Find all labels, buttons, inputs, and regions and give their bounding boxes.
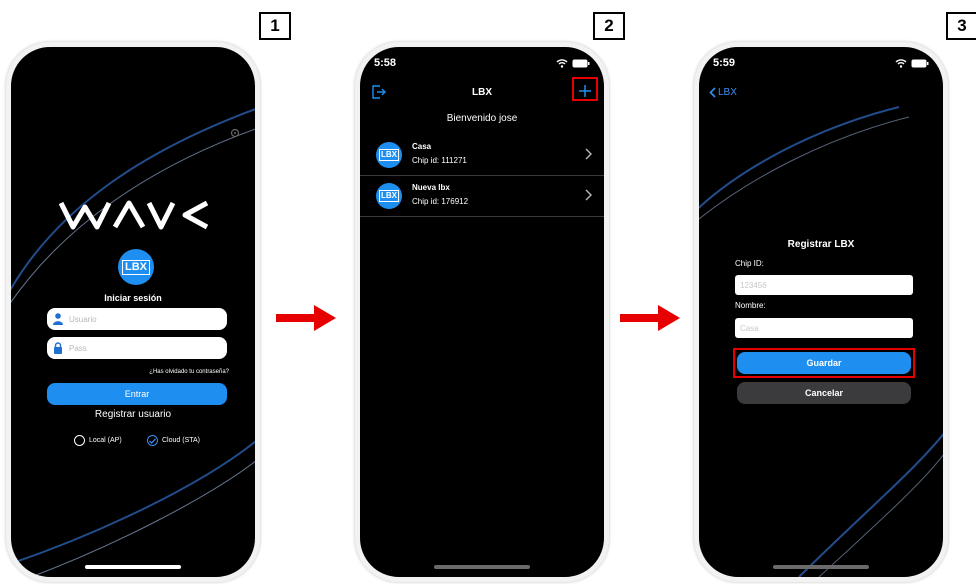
radio-off-icon: [74, 435, 85, 446]
lbx-device-icon: LBX: [376, 183, 402, 209]
wifi-icon: [895, 59, 907, 68]
step-badge-3: 3: [946, 12, 976, 40]
name-field[interactable]: [735, 318, 913, 338]
welcome-message: Bienvenido jose: [446, 113, 518, 124]
device-name: Casa: [412, 142, 432, 151]
status-bar: 5:58: [374, 57, 590, 73]
lbx-device-icon: LBX: [376, 142, 402, 168]
chip-id-field[interactable]: [735, 275, 913, 295]
chip-id-label: Chip ID:: [735, 259, 764, 268]
list-item[interactable]: LBX Nueva lbx Chip id: 176912: [360, 176, 604, 217]
device-chip-id: Chip id: 176912: [412, 197, 469, 206]
name-label: Nombre:: [735, 301, 766, 310]
mode-local-radio[interactable]: Local (AP): [74, 435, 122, 446]
register-user-link[interactable]: Registrar usuario: [11, 409, 255, 420]
password-field[interactable]: [47, 337, 227, 359]
chevron-right-icon: [585, 148, 592, 160]
chevron-left-icon: [709, 87, 716, 98]
phone-login-screen: LBX Iniciar sesión ¿Has olvidado tu cont…: [6, 42, 260, 582]
right-arrow-icon: [276, 305, 336, 331]
lbx-app-icon: LBX: [118, 249, 154, 285]
nav-title: LBX: [472, 87, 492, 98]
battery-icon: [911, 59, 929, 68]
status-time: 5:59: [713, 57, 736, 69]
right-arrow-icon: [620, 305, 680, 331]
device-chip-id: Chip id: 111271: [412, 156, 467, 165]
username-field[interactable]: [47, 308, 227, 330]
login-button[interactable]: Entrar: [47, 383, 227, 405]
lock-icon: [54, 342, 62, 354]
device-name: Nueva lbx: [412, 183, 450, 192]
home-indicator: [773, 565, 869, 569]
home-indicator: [434, 565, 530, 569]
chevron-right-icon: [585, 189, 592, 201]
status-bar: 5:59: [713, 57, 929, 73]
highlight-add-button: [572, 77, 598, 101]
home-indicator: [85, 565, 181, 569]
login-heading: Iniciar sesión: [104, 293, 162, 303]
list-item[interactable]: LBX Casa Chip id: 111271: [360, 135, 604, 176]
highlight-save-button: [733, 348, 915, 378]
form-title: Registrar LBX: [787, 239, 855, 250]
chip-id-input[interactable]: [740, 278, 905, 292]
password-input[interactable]: [69, 340, 219, 356]
back-button[interactable]: LBX: [709, 87, 737, 98]
wave-logo: [59, 200, 209, 230]
forgot-password-link[interactable]: ¿Has olvidado tu contraseña?: [149, 369, 229, 375]
cancel-button[interactable]: Cancelar: [737, 382, 911, 404]
user-icon: [53, 313, 63, 325]
radio-on-icon: [147, 435, 158, 446]
background-swoosh: [699, 106, 943, 577]
mode-cloud-radio[interactable]: Cloud (STA): [147, 435, 200, 446]
step-badge-2: 2: [593, 12, 625, 40]
status-time: 5:58: [374, 57, 397, 69]
phone-device-list-screen: 5:58 LBX Bienvenido jose LBX Casa Chip i…: [355, 42, 609, 582]
username-input[interactable]: [69, 311, 219, 327]
wifi-icon: [556, 59, 568, 68]
phone-register-lbx-screen: 5:59 LBX Registrar LBX Chip ID: Nombre: …: [694, 42, 948, 582]
battery-icon: [572, 59, 590, 68]
name-input[interactable]: [740, 321, 905, 335]
settings-icon[interactable]: [229, 127, 241, 139]
step-badge-1: 1: [259, 12, 291, 40]
